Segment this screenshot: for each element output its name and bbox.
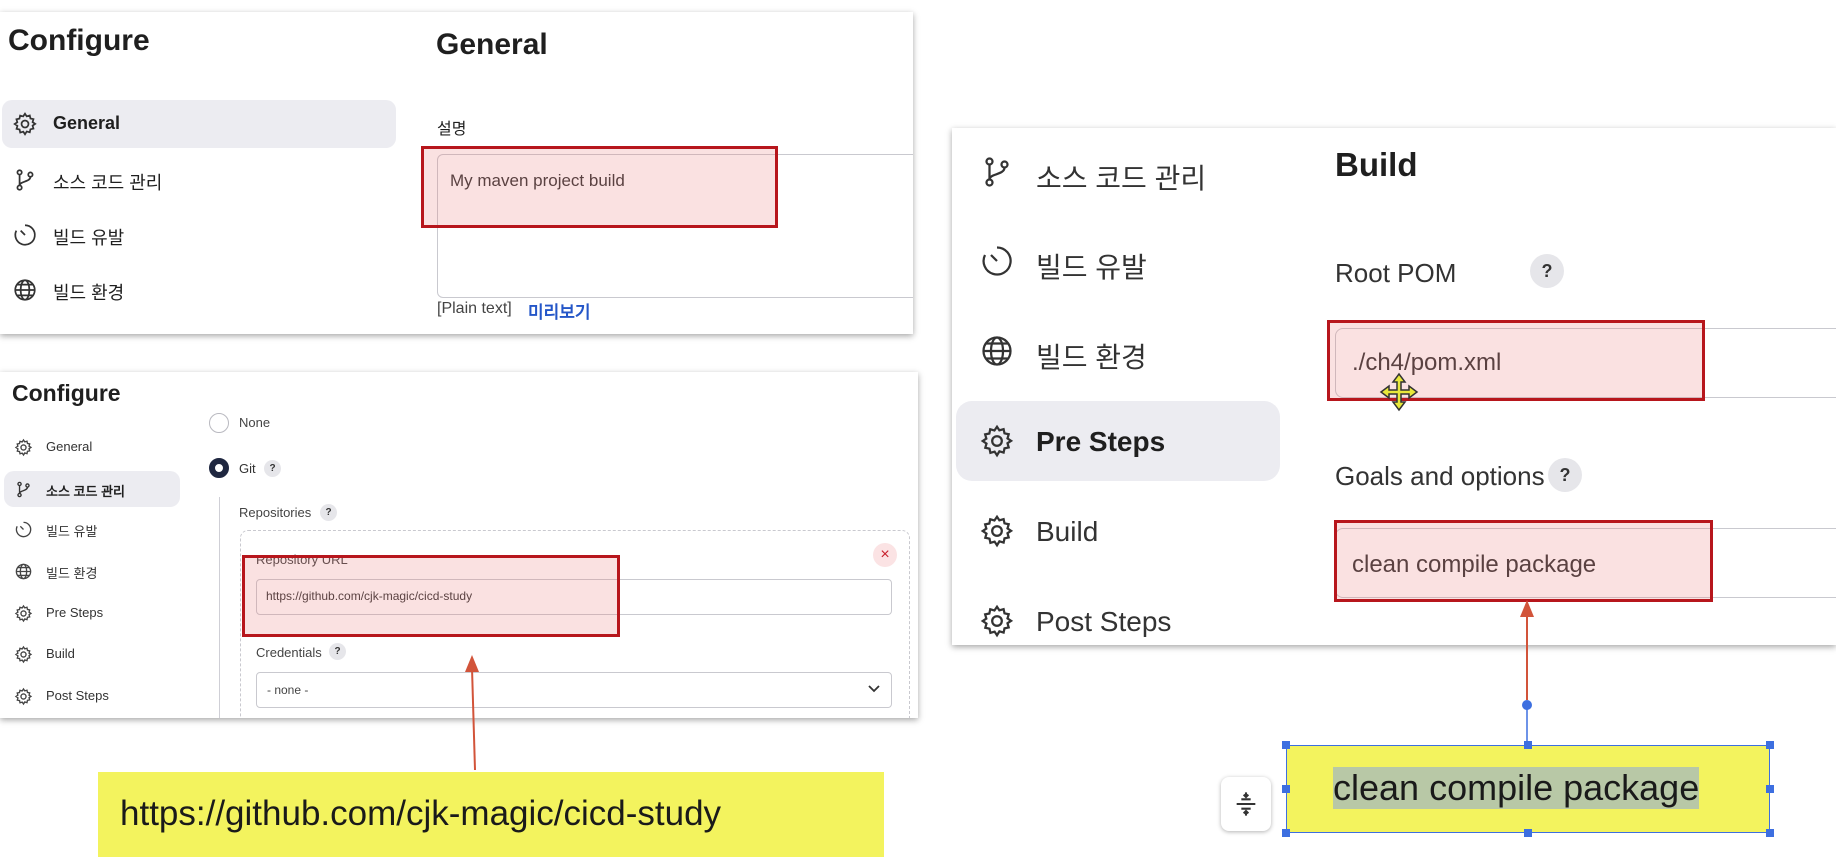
sidebar-item-build-env[interactable]: 빌드 환경 — [2, 266, 396, 314]
sidebar-item-post-steps[interactable]: Post Steps — [4, 679, 180, 713]
sidebar-item-build-triggers[interactable]: 빌드 유발 — [4, 512, 180, 546]
format-options-button[interactable] — [1221, 777, 1271, 831]
gear-icon — [14, 604, 33, 623]
clock-icon — [14, 520, 33, 539]
sidebar-item-label: 빌드 환경 — [46, 566, 98, 581]
help-icon[interactable]: ? — [329, 643, 346, 660]
sidebar-item-build-triggers[interactable]: 빌드 유발 — [2, 211, 396, 259]
credentials-label: Credentials — [256, 645, 322, 660]
gear-icon — [979, 603, 1015, 639]
sidebar-item-label: 빌드 유발 — [53, 228, 125, 248]
selection-handle-tl[interactable] — [1282, 741, 1290, 749]
move-cursor-icon — [1379, 372, 1419, 412]
gear-icon — [979, 423, 1015, 459]
selection-handle-br[interactable] — [1766, 829, 1774, 837]
selection-handle-bl[interactable] — [1282, 829, 1290, 837]
sidebar-item-source-code[interactable]: 소스 코드 관리 — [956, 132, 1280, 212]
globe-icon — [979, 333, 1015, 369]
radio-git-label: Git — [239, 461, 256, 476]
globe-icon — [14, 562, 33, 581]
sidebar-item-label: 빌드 유발 — [46, 524, 98, 539]
sidebar-item-label: General — [53, 113, 121, 133]
selection-handle-mr[interactable] — [1766, 785, 1774, 793]
page-heading: Configure — [8, 24, 150, 57]
sidebar-item-label: Build — [46, 646, 75, 661]
sidebar-item-label: 빌드 환경 — [53, 283, 125, 303]
build-config-panel: 소스 코드 관리 빌드 유발 빌드 환경 Pre Steps Build Pos… — [952, 128, 1836, 645]
git-branch-icon — [979, 154, 1015, 190]
goals-callout-text: clean compile package — [1333, 767, 1700, 809]
vertical-align-icon — [1232, 790, 1260, 818]
description-label: 설명 — [437, 121, 467, 138]
sidebar-item-label: Build — [1036, 516, 1099, 547]
section-title: Build — [1335, 146, 1418, 183]
goals-highlight — [1334, 520, 1713, 602]
sidebar-item-general[interactable]: General — [4, 430, 180, 464]
sidebar-item-label: 소스 코드 관리 — [1036, 163, 1207, 194]
sidebar-item-post-steps[interactable]: Post Steps — [956, 581, 1280, 645]
git-branch-icon — [14, 480, 33, 499]
sidebar-item-label: General — [46, 439, 93, 454]
sidebar-item-label: Pre Steps — [46, 605, 104, 620]
general-config-panel: Configure General General 소스 코드 관리 빌드 유발… — [0, 12, 913, 334]
credentials-value: - none - — [267, 683, 309, 697]
remove-repository-button[interactable]: × — [873, 543, 897, 567]
plain-text-label: [Plain text] — [437, 300, 512, 317]
repository-url-highlight — [242, 555, 620, 637]
sidebar-item-label: 빌드 유발 — [1036, 252, 1147, 283]
repositories-label: Repositories — [239, 505, 312, 520]
url-callout-text: https://github.com/cjk-magic/cicd-study — [120, 794, 722, 833]
sidebar-item-source-code[interactable]: 소스 코드 관리 — [2, 156, 396, 204]
help-icon[interactable]: ? — [264, 460, 281, 477]
clock-icon — [12, 222, 38, 248]
sidebar-item-label: 소스 코드 관리 — [46, 484, 125, 499]
radio-none[interactable] — [209, 413, 229, 433]
selection-handle-tr[interactable] — [1766, 741, 1774, 749]
chevron-down-icon — [867, 684, 881, 694]
gear-icon — [14, 687, 33, 706]
goals-callout[interactable]: clean compile package — [1286, 745, 1770, 833]
goals-label: Goals and options — [1335, 461, 1545, 491]
globe-icon — [12, 277, 38, 303]
selection-handle-bm[interactable] — [1524, 829, 1532, 837]
sidebar-item-general[interactable]: General — [2, 100, 396, 148]
sidebar-item-build[interactable]: Build — [956, 491, 1280, 571]
gear-icon — [12, 111, 38, 137]
sidebar-item-pre-steps[interactable]: Pre Steps — [4, 596, 180, 630]
sidebar-item-source-code[interactable]: 소스 코드 관리 — [4, 471, 180, 507]
sidebar-item-label: 빌드 환경 — [1036, 342, 1147, 373]
credentials-select[interactable]: - none - — [256, 672, 892, 708]
sidebar-item-build-env[interactable]: 빌드 환경 — [956, 311, 1280, 391]
scm-config-panel: Configure General 소스 코드 관리 빌드 유발 빌드 환경 P… — [0, 372, 918, 718]
sidebar-item-label: Pre Steps — [1036, 426, 1166, 457]
sidebar-item-build[interactable]: Build — [4, 637, 180, 671]
sidebar-item-build-triggers[interactable]: 빌드 유발 — [956, 221, 1280, 301]
sidebar-item-label: Post Steps — [1036, 606, 1172, 637]
gear-icon — [14, 645, 33, 664]
section-title: General — [436, 28, 548, 61]
selection-rotate-handle[interactable] — [1522, 700, 1532, 710]
description-highlight — [421, 146, 778, 228]
preview-link[interactable]: 미리보기 — [528, 298, 591, 323]
sidebar-item-label: 소스 코드 관리 — [53, 173, 163, 193]
sidebar-item-build-env[interactable]: 빌드 환경 — [4, 554, 180, 588]
radio-none-label: None — [239, 415, 271, 430]
url-callout: https://github.com/cjk-magic/cicd-study — [98, 772, 884, 857]
sidebar-item-label: Post Steps — [46, 688, 109, 703]
gear-icon — [979, 513, 1015, 549]
help-icon[interactable]: ? — [1530, 254, 1564, 288]
radio-git[interactable] — [209, 458, 229, 478]
divider-line — [219, 497, 220, 718]
sidebar-item-pre-steps[interactable]: Pre Steps — [956, 401, 1280, 481]
page-heading: Configure — [12, 380, 121, 406]
root-pom-label: Root POM — [1335, 258, 1457, 288]
clock-icon — [979, 243, 1015, 279]
selection-handle-ml[interactable] — [1282, 785, 1290, 793]
selection-handle-tm[interactable] — [1524, 741, 1532, 749]
help-icon[interactable]: ? — [1548, 458, 1582, 492]
gear-icon — [14, 438, 33, 457]
git-branch-icon — [12, 167, 38, 193]
help-icon[interactable]: ? — [320, 504, 337, 521]
